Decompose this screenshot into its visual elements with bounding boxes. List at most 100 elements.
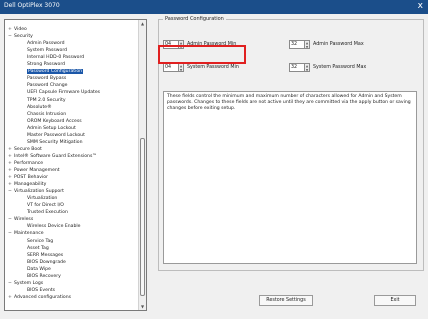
tree-item[interactable]: − Maintenance — [8, 230, 44, 237]
tree-item[interactable]: SMM Security Mitigation — [27, 139, 82, 146]
admin-max-spinner[interactable]: ▲ ▼ — [305, 40, 310, 49]
tree-item[interactable]: + Intel® Software Guard Extensions™ — [8, 153, 97, 160]
tree-item[interactable]: − Virtualization Support — [8, 188, 64, 195]
tree-item[interactable]: Strong Password — [27, 61, 65, 68]
tree-item-label: Service Tag — [27, 238, 54, 244]
tree-item[interactable]: Chassis Intrusion — [27, 111, 66, 118]
tree-item-label: Maintenance — [14, 231, 44, 237]
tree-item[interactable]: + Power Management — [8, 167, 60, 174]
tree-item-label: UEFI Capsule Firmware Updates — [27, 90, 101, 96]
tree-item-label: SMM Security Mitigation — [27, 139, 83, 145]
tree-item-label: Admin Password — [27, 41, 65, 47]
tree-item-label: Absolute® — [27, 104, 52, 110]
title-bar: Dell OptiPlex 3070 x — [0, 0, 428, 14]
description-box: These fields control the minimum and max… — [163, 91, 417, 264]
system-password-min-label: System Password Min — [187, 65, 239, 70]
tree-item-label: VT for Direct I/O — [27, 203, 64, 209]
system-password-max-label: System Password Max — [313, 65, 367, 70]
tree-item-label: Performance — [14, 160, 44, 166]
tree-item-label: Admin Setup Lockout — [27, 125, 76, 131]
scroll-up-icon[interactable]: ▲ — [139, 20, 146, 27]
tree-item[interactable]: Asset Tag — [27, 245, 49, 252]
tree-item[interactable]: Absolute® — [27, 104, 52, 111]
tree-item[interactable]: − Security — [8, 33, 33, 40]
tree-item[interactable]: Internal HDD-0 Password — [27, 54, 84, 61]
tree-item[interactable]: Data Wipe — [27, 266, 51, 273]
tree-item-label: Password Bypass — [27, 76, 67, 82]
window-title: Dell OptiPlex 3070 — [4, 2, 60, 9]
tree-item-label: System Password — [27, 48, 68, 54]
tree-item-label: Manageability — [14, 182, 47, 188]
tree-item-label: Virtualization — [27, 196, 58, 202]
tree-item-label: Chassis Intrusion — [27, 111, 67, 117]
tree-item-label: Strong Password — [27, 62, 66, 68]
tree-item[interactable]: + Advanced configurations — [8, 294, 71, 301]
tree-item-label: Password Change — [27, 83, 68, 89]
tree-item-label: POST Behavior — [14, 175, 48, 181]
group-title: Password Configuration — [163, 16, 226, 23]
tree-item[interactable]: BIOS Events — [27, 287, 55, 294]
tree-item-label: Intel® Software Guard Extensions™ — [14, 153, 97, 159]
tree-item[interactable]: UEFI Capsule Firmware Updates — [27, 89, 100, 96]
scroll-thumb[interactable] — [140, 138, 145, 296]
tree-item-label: BIOS Recovery — [27, 273, 61, 279]
tree-item[interactable]: Admin Setup Lockout — [27, 125, 76, 132]
tree-item[interactable]: Virtualization — [27, 195, 57, 202]
tree-item-label: TPM 2.0 Security — [27, 97, 66, 103]
restore-settings-button[interactable]: Restore Settings — [259, 295, 313, 306]
tree-item[interactable]: + POST Behavior — [8, 174, 48, 181]
tree-item-label: Secure Boot — [14, 146, 42, 152]
tree-item-label: SERR Messages — [27, 252, 64, 258]
tree-item[interactable]: Master Password Lockout — [27, 132, 85, 139]
tree-item[interactable]: Trusted Execution — [27, 209, 68, 216]
system-min-spinner[interactable]: ▲ ▼ — [179, 63, 184, 72]
tree-item-label: Master Password Lockout — [27, 132, 85, 138]
tree-item-label: Trusted Execution — [27, 210, 68, 216]
tree-item[interactable]: VT for Direct I/O — [27, 202, 64, 209]
tree-item-label: Security — [14, 34, 33, 40]
tree-item[interactable]: − Wireless — [8, 216, 33, 223]
admin-password-max-label: Admin Password Max — [313, 42, 364, 47]
setup-window: + Video − Security Admin Password System Pass… — [0, 14, 428, 319]
tree-item-label: OROM Keyboard Access — [27, 118, 82, 124]
tree-item-label: Wireless Device Enable — [27, 224, 81, 230]
tree-item[interactable]: Wireless Device Enable — [27, 223, 81, 230]
highlight-box — [158, 45, 246, 64]
tree-item[interactable]: BIOS Downgrade — [27, 259, 66, 266]
tree-item[interactable]: System Password — [27, 47, 67, 54]
tree-item[interactable]: + Video — [8, 26, 27, 33]
tree-item[interactable]: BIOS Recovery — [27, 273, 61, 280]
tree-scrollbar[interactable]: ▲ ▼ — [138, 20, 146, 310]
system-max-spinner[interactable]: ▲ ▼ — [305, 63, 310, 72]
tree-item-label: Video — [14, 27, 27, 32]
tree-item[interactable]: Password Change — [27, 82, 68, 89]
exit-button[interactable]: Exit — [374, 295, 416, 306]
tree-item-label: Advanced configurations — [14, 294, 72, 300]
close-icon[interactable]: x — [418, 1, 423, 12]
tree-item-label: Wireless — [14, 217, 34, 223]
tree-item[interactable]: TPM 2.0 Security — [27, 97, 66, 104]
tree-item[interactable]: SERR Messages — [27, 252, 63, 259]
tree-item[interactable]: Password Configuration — [27, 68, 84, 75]
admin-password-max-input[interactable]: 32 — [289, 40, 305, 49]
tree-item-label: BIOS Downgrade — [27, 259, 66, 265]
tree-item[interactable]: + Secure Boot — [8, 146, 42, 153]
tree-item-label: Password Configuration — [27, 69, 84, 75]
tree-item-label: Data Wipe — [27, 266, 51, 272]
tree-item[interactable]: − System Logs — [8, 280, 43, 287]
tree-item-label: Virtualization Support — [14, 189, 64, 195]
system-password-max-input[interactable]: 32 — [289, 63, 305, 72]
tree-item-label: BIOS Events — [27, 287, 56, 293]
tree-item[interactable]: + Performance — [8, 160, 43, 167]
tree-item[interactable]: Admin Password — [27, 40, 65, 47]
tree-item-label: System Logs — [14, 280, 44, 286]
tree-item-label: Internal HDD-0 Password — [27, 55, 85, 61]
scroll-down-icon[interactable]: ▼ — [139, 303, 146, 310]
system-password-min-input[interactable]: 04 — [163, 63, 179, 72]
tree-item[interactable]: OROM Keyboard Access — [27, 118, 82, 125]
tree-item[interactable]: Service Tag — [27, 238, 53, 245]
tree-item[interactable]: + Manageability — [8, 181, 46, 188]
tree-item-label: Asset Tag — [27, 245, 49, 251]
tree-item[interactable]: Password Bypass — [27, 75, 66, 82]
tree-item-label: Power Management — [14, 168, 60, 173]
